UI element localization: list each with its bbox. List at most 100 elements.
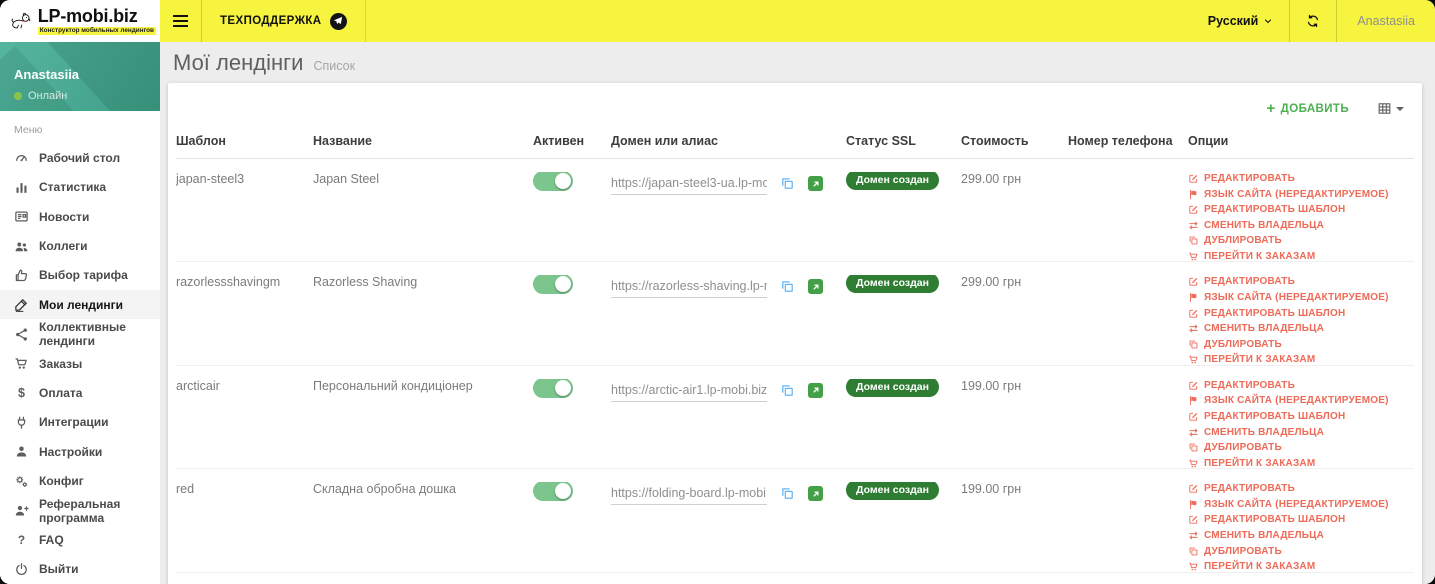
news-icon bbox=[14, 209, 29, 224]
copy-icon bbox=[1188, 546, 1199, 557]
sidebar-item-мои-лендинги[interactable]: Мои лендинги bbox=[0, 290, 160, 320]
sidebar-item-коллеги[interactable]: Коллеги bbox=[0, 231, 160, 260]
price-cell: 199.00 грн bbox=[961, 482, 1022, 497]
option-link-редактировать-шаблон[interactable]: РЕДАКТИРОВАТЬ ШАБЛОН bbox=[1188, 411, 1404, 422]
option-link-перейти-к-заказам[interactable]: ПЕРЕЙТИ К ЗАКАЗАМ bbox=[1188, 251, 1404, 261]
template-cell: red bbox=[176, 482, 195, 497]
support-button[interactable]: ТЕХПОДДЕРЖКА bbox=[202, 0, 366, 42]
option-link-дублировать[interactable]: ДУБЛИРОВАТЬ bbox=[1188, 546, 1404, 557]
active-toggle[interactable] bbox=[533, 275, 573, 295]
refresh-button[interactable] bbox=[1289, 0, 1338, 42]
sidebar-item-faq[interactable]: FAQ bbox=[0, 525, 160, 554]
option-link-редактировать-шаблон[interactable]: РЕДАКТИРОВАТЬ ШАБЛОН bbox=[1188, 204, 1404, 215]
option-link-редактировать-шаблон[interactable]: РЕДАКТИРОВАТЬ ШАБЛОН bbox=[1188, 514, 1404, 525]
option-link-язык-сайта-нередактируемое[interactable]: ЯЗЫК САЙТА (НЕРЕДАКТИРУЕМОЕ) bbox=[1188, 292, 1404, 303]
name-cell: Складна обробна дошка bbox=[313, 482, 456, 497]
ssl-status-badge: Домен создан bbox=[846, 275, 939, 294]
copy-domain-button[interactable] bbox=[780, 383, 795, 398]
sidebar-item-настройки[interactable]: Настройки bbox=[0, 437, 160, 466]
chevron-down-icon bbox=[1263, 16, 1273, 26]
copy-icon bbox=[1188, 442, 1199, 453]
option-link-редактировать[interactable]: РЕДАКТИРОВАТЬ bbox=[1188, 380, 1404, 391]
option-link-язык-сайта-нередактируемое[interactable]: ЯЗЫК САЙТА (НЕРЕДАКТИРУЕМОЕ) bbox=[1188, 395, 1404, 406]
option-link-редактировать[interactable]: РЕДАКТИРОВАТЬ bbox=[1188, 483, 1404, 494]
logo[interactable]: LP-mobi.biz Конструктор мобильных лендин… bbox=[0, 0, 160, 42]
cart-icon bbox=[1188, 561, 1199, 571]
option-link-дублировать[interactable]: ДУБЛИРОВАТЬ bbox=[1188, 442, 1404, 453]
price-cell: 299.00 грн bbox=[961, 172, 1022, 186]
plus-icon: + bbox=[1266, 100, 1276, 117]
option-link-перейти-к-заказам[interactable]: ПЕРЕЙТИ К ЗАКАЗАМ bbox=[1188, 561, 1404, 572]
sidebar-item-новости[interactable]: Новости bbox=[0, 202, 160, 231]
option-link-редактировать-шаблон[interactable]: РЕДАКТИРОВАТЬ ШАБЛОН bbox=[1188, 308, 1404, 319]
column-header: Домен или алиас bbox=[611, 134, 719, 148]
edit-icon bbox=[1188, 204, 1199, 215]
domain-input[interactable] bbox=[611, 279, 767, 299]
domain-input[interactable] bbox=[611, 176, 767, 195]
name-cell: Japan Steel bbox=[313, 172, 380, 186]
arrowne-icon bbox=[811, 282, 821, 292]
copy-icon bbox=[780, 279, 795, 294]
edit-icon bbox=[1188, 483, 1199, 494]
language-dropdown[interactable]: Русский bbox=[1192, 0, 1290, 42]
option-link-сменить-владельца[interactable]: СМЕНИТЬ ВЛАДЕЛЬЦА bbox=[1188, 427, 1404, 438]
sidebar-item-label: Конфиг bbox=[39, 474, 84, 489]
language-label: Русский bbox=[1207, 14, 1259, 28]
edit-icon bbox=[1188, 308, 1199, 319]
open-site-button[interactable] bbox=[808, 486, 823, 502]
sidebar-item-конфиг[interactable]: Конфиг bbox=[0, 466, 160, 495]
option-link-сменить-владельца[interactable]: СМЕНИТЬ ВЛАДЕЛЬЦА bbox=[1188, 220, 1404, 231]
sidebar-item-выбор-тарифа[interactable]: Выбор тарифа bbox=[0, 261, 160, 290]
add-button-label: ДОБАВИТЬ bbox=[1280, 102, 1349, 115]
active-toggle[interactable] bbox=[533, 378, 573, 398]
sidebar-item-рабочий-стол[interactable]: Рабочий стол bbox=[0, 143, 160, 172]
domain-input[interactable] bbox=[611, 486, 767, 506]
plug-icon bbox=[14, 415, 29, 430]
open-site-button[interactable] bbox=[808, 279, 823, 295]
active-toggle[interactable] bbox=[533, 482, 573, 502]
sidebar-item-статистика[interactable]: Статистика bbox=[0, 173, 160, 202]
phone-cell bbox=[1068, 275, 1188, 364]
sidebar-item-оплата[interactable]: Оплата bbox=[0, 378, 160, 407]
open-site-button[interactable] bbox=[808, 382, 823, 398]
option-link-язык-сайта-нередактируемое[interactable]: ЯЗЫК САЙТА (НЕРЕДАКТИРУЕМОЕ) bbox=[1188, 189, 1404, 200]
option-link-перейти-к-заказам[interactable]: ПЕРЕЙТИ К ЗАКАЗАМ bbox=[1188, 458, 1404, 468]
option-link-дублировать[interactable]: ДУБЛИРОВАТЬ bbox=[1188, 235, 1404, 246]
option-link-язык-сайта-нередактируемое[interactable]: ЯЗЫК САЙТА (НЕРЕДАКТИРУЕМОЕ) bbox=[1188, 499, 1404, 510]
sidebar-item-выйти[interactable]: Выйти bbox=[0, 555, 160, 584]
users-icon bbox=[14, 239, 29, 254]
copy-domain-button[interactable] bbox=[780, 279, 795, 294]
user-menu[interactable]: Anastasiia bbox=[1337, 0, 1435, 42]
open-site-button[interactable] bbox=[808, 176, 823, 191]
option-link-перейти-к-заказам[interactable]: ПЕРЕЙТИ К ЗАКАЗАМ bbox=[1188, 354, 1404, 365]
active-toggle[interactable] bbox=[533, 172, 573, 191]
telegram-icon bbox=[329, 12, 347, 30]
sidebar-item-label: Мои лендинги bbox=[39, 297, 124, 312]
online-status-dot bbox=[14, 92, 22, 100]
column-header: Шаблон bbox=[176, 134, 226, 148]
copy-domain-button[interactable] bbox=[780, 486, 795, 501]
sidebar-item-заказы[interactable]: Заказы bbox=[0, 349, 160, 378]
domain-input[interactable] bbox=[611, 382, 767, 402]
template-cell: japan-steel3 bbox=[176, 172, 245, 186]
option-link-дублировать[interactable]: ДУБЛИРОВАТЬ bbox=[1188, 339, 1404, 350]
edit-icon bbox=[1188, 380, 1199, 391]
logo-subtitle: Конструктор мобильных лендингов bbox=[37, 26, 156, 36]
add-button[interactable]: + ДОБАВИТЬ bbox=[1266, 101, 1349, 116]
share-icon bbox=[14, 327, 29, 342]
option-link-сменить-владельца[interactable]: СМЕНИТЬ ВЛАДЕЛЬЦА bbox=[1188, 530, 1404, 541]
flag-icon bbox=[1188, 189, 1199, 200]
sidebar-item-label: Рабочий стол bbox=[39, 150, 121, 165]
option-link-редактировать[interactable]: РЕДАКТИРОВАТЬ bbox=[1188, 276, 1404, 287]
copy-domain-button[interactable] bbox=[780, 176, 795, 191]
landings-card: + ДОБАВИТЬ Шаблон Название Активен Домен ил… bbox=[168, 83, 1422, 584]
hamburger-menu-button[interactable] bbox=[160, 0, 202, 42]
top-bar: LP-mobi.biz Конструктор мобильных лендин… bbox=[0, 0, 1435, 42]
sidebar-item-коллективные-лендинги[interactable]: Коллективные лендинги bbox=[0, 319, 160, 348]
name-cell: Razorless Shaving bbox=[313, 275, 418, 290]
option-link-редактировать[interactable]: РЕДАКТИРОВАТЬ bbox=[1188, 173, 1404, 184]
view-mode-button[interactable] bbox=[1377, 101, 1404, 116]
sidebar-item-интеграции[interactable]: Интеграции bbox=[0, 408, 160, 437]
sidebar-item-реферальная-программа[interactable]: Реферальная программа bbox=[0, 496, 160, 525]
option-link-сменить-владельца[interactable]: СМЕНИТЬ ВЛАДЕЛЬЦА bbox=[1188, 323, 1404, 334]
